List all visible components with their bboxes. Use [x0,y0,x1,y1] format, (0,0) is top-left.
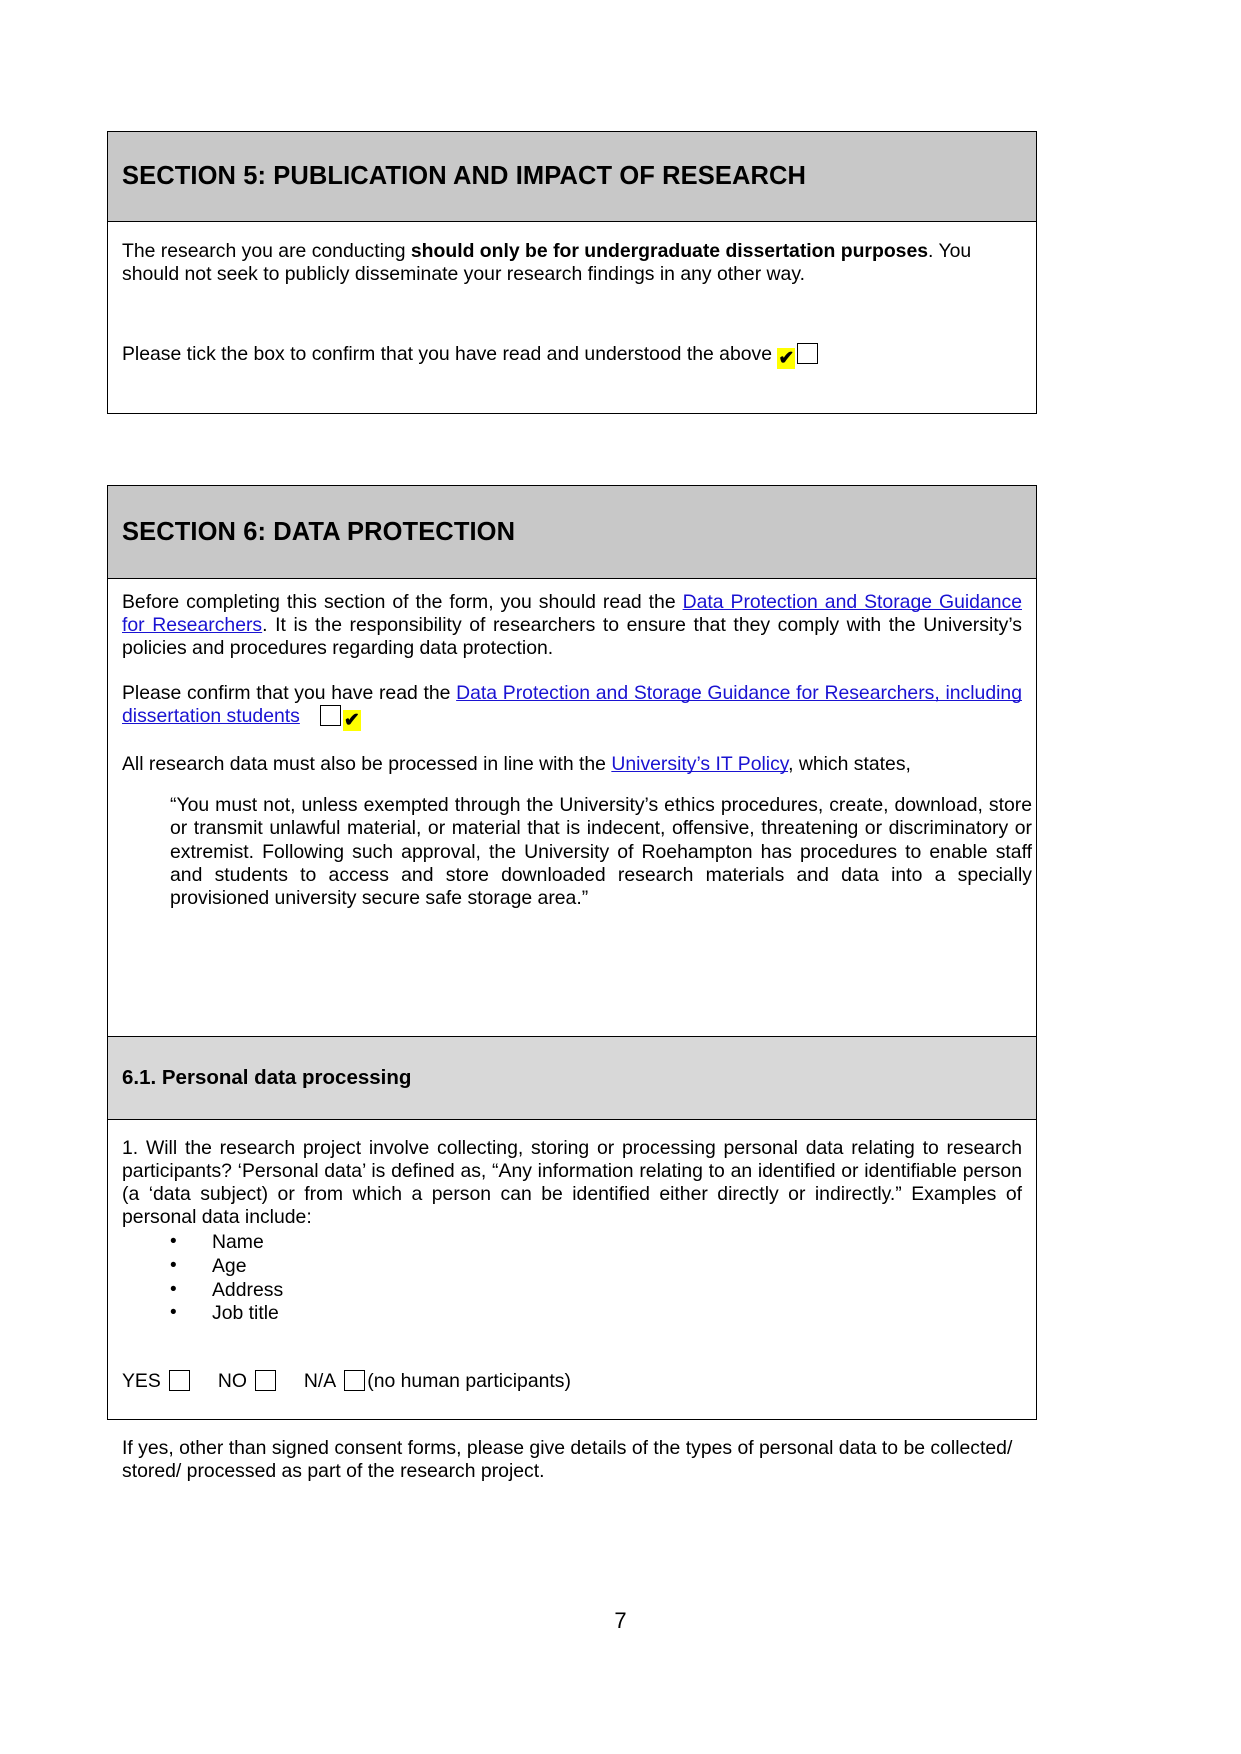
section-6-confirm-lead: Please confirm that you have read the [122,682,457,705]
section-5-body: The research you are conducting should o… [108,222,1036,379]
no-label: NO [217,1370,247,1392]
section-6-body: Before completing this section of the fo… [108,579,1036,920]
na-label: N/A [303,1370,337,1392]
it-policy-tail: , which states, [788,753,911,776]
yes-checkbox[interactable] [168,1370,190,1391]
section-5-confirm-text: Please tick the box to confirm that you … [122,343,773,366]
university-it-policy-link[interactable]: University’s IT Policy [611,753,788,775]
na-note: (no human participants) [367,1370,571,1392]
question-1-text: 1. Will the research project involve col… [122,1137,1022,1229]
checkmark-icon: ✔ [777,348,796,370]
list-item: Address [170,1278,1022,1303]
it-policy-lead: All research data must also be processed… [122,753,612,776]
section-5-confirm-line: Please tick the box to confirm that you … [122,343,1022,370]
list-item: Age [170,1254,1022,1279]
na-checkbox[interactable] [344,1370,366,1391]
question-1-followup: If yes, other than signed consent forms,… [122,1437,1013,1483]
subsection-61-title: 6.1. Personal data processing [122,1066,412,1089]
question-1-answer-row: YES NO N/A (no human participants) [122,1370,1022,1393]
section-5-header: SECTION 5: PUBLICATION AND IMPACT OF RES… [108,132,1036,222]
section-6-confirm-paragraph: Please confirm that you have read the Da… [122,682,1022,732]
checkmark-icon: ✔ [342,710,361,732]
section-6-intro-paragraph: Before completing this section of the fo… [122,591,1022,660]
list-item: Name [170,1230,1022,1255]
section-6-header: SECTION 6: DATA PROTECTION [108,486,1036,579]
no-checkbox[interactable] [254,1370,276,1391]
yes-label: YES [122,1370,161,1392]
section-5-paragraph-bold: should only be for undergraduate dissert… [410,240,929,262]
section-6-confirm-checkbox[interactable] [319,705,341,727]
subsection-61-header: 6.1. Personal data processing [108,1036,1036,1120]
section-6-intro-lead: Before completing this section of the fo… [122,591,683,613]
page-number: 7 [614,1608,627,1633]
document-page: SECTION 5: PUBLICATION AND IMPACT OF RES… [0,0,1241,1754]
it-policy-paragraph: All research data must also be processed… [122,753,1022,776]
subsection-61-body: 1. Will the research project involve col… [108,1120,1036,1493]
list-item: Job title [170,1301,1022,1326]
section-5-paragraph-lead: The research you are conducting [122,240,411,262]
section-5-paragraph: The research you are conducting should o… [122,240,1022,286]
section-5-confirm-checkbox[interactable] [797,343,819,365]
section-5-box: SECTION 5: PUBLICATION AND IMPACT OF RES… [107,131,1037,414]
section-6-title: SECTION 6: DATA PROTECTION [122,517,516,546]
personal-data-examples-list: Name Age Address Job title [122,1230,1022,1326]
section-5-title: SECTION 5: PUBLICATION AND IMPACT OF RES… [122,162,807,190]
subsection-61-box: 6.1. Personal data processing 1. Will th… [107,1036,1037,1482]
it-policy-quote: “You must not, unless exempted through t… [170,794,1032,909]
